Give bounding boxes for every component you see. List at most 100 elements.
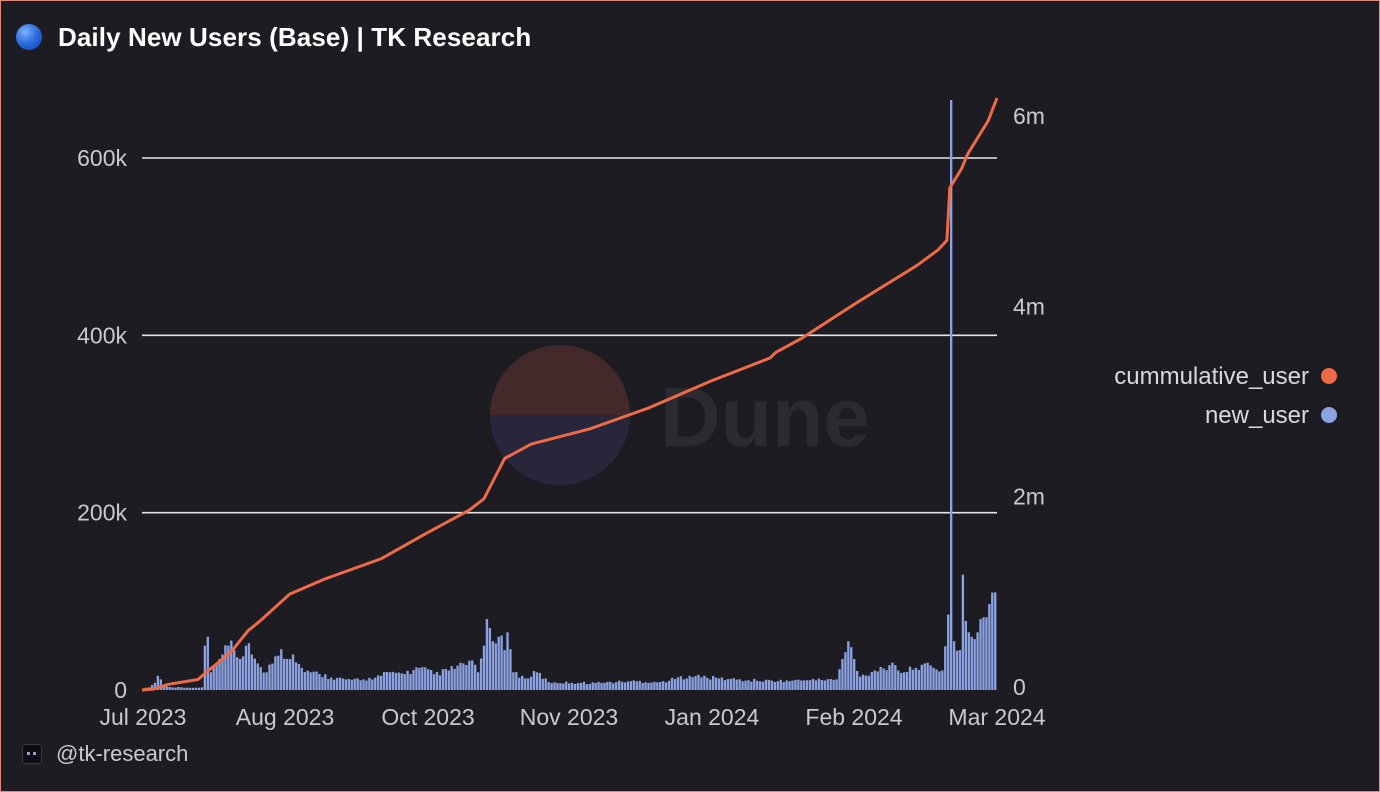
bar[interactable] bbox=[908, 666, 912, 690]
bar[interactable] bbox=[476, 672, 480, 690]
bar[interactable] bbox=[374, 677, 377, 690]
bar[interactable] bbox=[585, 684, 588, 690]
bar[interactable] bbox=[421, 667, 424, 690]
bar[interactable] bbox=[506, 632, 509, 690]
bar[interactable] bbox=[679, 676, 683, 690]
bar[interactable] bbox=[747, 680, 750, 690]
bar[interactable] bbox=[529, 676, 533, 690]
bar[interactable] bbox=[835, 679, 838, 690]
bar[interactable] bbox=[902, 672, 906, 690]
bar[interactable] bbox=[776, 681, 779, 690]
bar[interactable] bbox=[200, 687, 204, 690]
bar[interactable] bbox=[236, 657, 239, 690]
bar[interactable] bbox=[570, 682, 574, 690]
bar[interactable] bbox=[617, 680, 621, 690]
bar[interactable] bbox=[764, 679, 768, 690]
bar[interactable] bbox=[268, 664, 271, 690]
bar[interactable] bbox=[864, 675, 868, 690]
bar[interactable] bbox=[241, 656, 245, 690]
bar[interactable] bbox=[379, 675, 383, 690]
bar[interactable] bbox=[994, 592, 997, 690]
bar[interactable] bbox=[335, 677, 339, 690]
bar[interactable] bbox=[180, 687, 183, 690]
bar[interactable] bbox=[688, 675, 691, 690]
bar[interactable] bbox=[344, 679, 348, 690]
bar[interactable] bbox=[876, 671, 879, 690]
bar[interactable] bbox=[285, 658, 289, 690]
bar[interactable] bbox=[694, 676, 697, 690]
bar[interactable] bbox=[626, 681, 630, 690]
bar[interactable] bbox=[444, 668, 447, 690]
bar[interactable] bbox=[168, 686, 171, 690]
bar[interactable] bbox=[779, 679, 782, 690]
bar[interactable] bbox=[371, 679, 374, 690]
bar[interactable] bbox=[186, 687, 189, 690]
bar[interactable] bbox=[967, 632, 970, 690]
bar[interactable] bbox=[720, 677, 724, 690]
bar[interactable] bbox=[403, 674, 406, 690]
bar[interactable] bbox=[215, 663, 218, 690]
bar[interactable] bbox=[941, 670, 944, 690]
bar[interactable] bbox=[891, 662, 894, 690]
bar[interactable] bbox=[603, 682, 606, 690]
bar[interactable] bbox=[438, 675, 442, 690]
bar[interactable] bbox=[926, 662, 929, 690]
bar[interactable] bbox=[347, 679, 351, 690]
bar[interactable] bbox=[300, 667, 303, 690]
bar[interactable] bbox=[488, 628, 492, 690]
bar[interactable] bbox=[791, 680, 794, 690]
bar[interactable] bbox=[656, 682, 659, 690]
bar[interactable] bbox=[435, 671, 439, 690]
bar[interactable] bbox=[697, 674, 700, 690]
bar[interactable] bbox=[500, 635, 503, 690]
bar[interactable] bbox=[773, 681, 777, 690]
bar[interactable] bbox=[961, 574, 965, 690]
bar[interactable] bbox=[838, 669, 841, 690]
bar[interactable] bbox=[415, 667, 418, 690]
bar[interactable] bbox=[471, 660, 474, 690]
bar[interactable] bbox=[641, 682, 644, 690]
bar[interactable] bbox=[274, 656, 277, 690]
bar[interactable] bbox=[194, 687, 198, 690]
bar[interactable] bbox=[612, 683, 615, 690]
bar[interactable] bbox=[544, 678, 547, 690]
bar[interactable] bbox=[406, 670, 409, 690]
bar[interactable] bbox=[532, 671, 536, 690]
bar[interactable] bbox=[938, 671, 941, 690]
bar[interactable] bbox=[588, 683, 591, 690]
bar[interactable] bbox=[879, 666, 882, 690]
bar[interactable] bbox=[712, 675, 715, 690]
bar[interactable] bbox=[723, 680, 727, 690]
bar[interactable] bbox=[726, 679, 730, 690]
author-handle[interactable]: @tk-research bbox=[56, 741, 188, 767]
bar[interactable] bbox=[808, 680, 812, 690]
bar[interactable] bbox=[885, 670, 888, 690]
bar[interactable] bbox=[600, 682, 603, 690]
bar[interactable] bbox=[338, 677, 342, 690]
bar[interactable] bbox=[253, 658, 256, 690]
bar[interactable] bbox=[870, 672, 873, 690]
bar[interactable] bbox=[844, 652, 847, 690]
bar[interactable] bbox=[894, 665, 897, 690]
bar[interactable] bbox=[623, 682, 627, 690]
bar[interactable] bbox=[556, 683, 559, 690]
bar[interactable] bbox=[230, 640, 233, 690]
bar[interactable] bbox=[353, 678, 356, 690]
bar[interactable] bbox=[700, 677, 703, 690]
bar[interactable] bbox=[277, 655, 280, 690]
bar[interactable] bbox=[203, 645, 207, 690]
bar[interactable] bbox=[485, 619, 489, 690]
bar[interactable] bbox=[385, 671, 389, 690]
bar[interactable] bbox=[518, 677, 521, 690]
bar[interactable] bbox=[397, 672, 400, 690]
bar[interactable] bbox=[256, 663, 259, 690]
bar[interactable] bbox=[800, 680, 803, 691]
bar[interactable] bbox=[952, 641, 956, 690]
bar[interactable] bbox=[917, 669, 921, 690]
bar[interactable] bbox=[853, 659, 856, 690]
bar[interactable] bbox=[706, 677, 709, 690]
bar[interactable] bbox=[424, 667, 427, 690]
bar[interactable] bbox=[315, 671, 318, 690]
bar[interactable] bbox=[958, 650, 962, 690]
bar[interactable] bbox=[521, 675, 524, 690]
